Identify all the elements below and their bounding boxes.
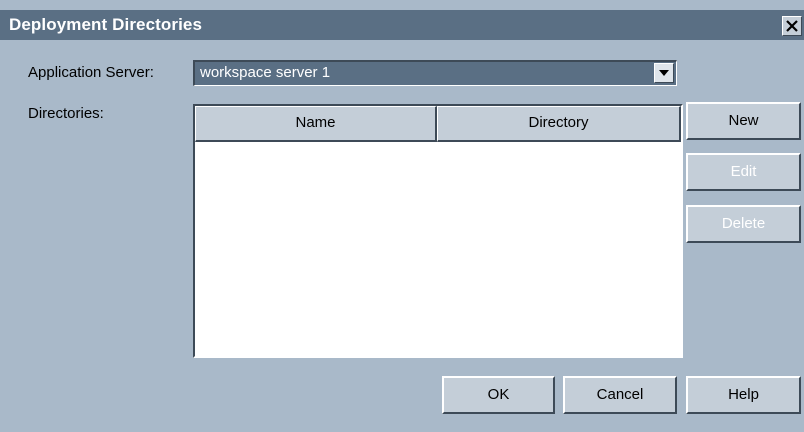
column-header-directory[interactable]: Directory <box>437 106 681 142</box>
close-icon <box>786 20 798 32</box>
title-bar: Deployment Directories <box>0 10 804 40</box>
cancel-button[interactable]: Cancel <box>563 376 677 414</box>
table-header: Name Directory <box>195 106 681 142</box>
combo-dropdown-button[interactable] <box>654 63 674 83</box>
application-server-label: Application Server: <box>28 64 154 81</box>
help-button[interactable]: Help <box>686 376 801 414</box>
window-title: Deployment Directories <box>9 15 203 34</box>
delete-button[interactable]: Delete <box>686 205 801 243</box>
column-header-name[interactable]: Name <box>195 106 437 142</box>
edit-button[interactable]: Edit <box>686 153 801 191</box>
close-button[interactable] <box>782 16 802 36</box>
application-server-select[interactable]: workspace server 1 <box>193 60 677 86</box>
chevron-down-icon <box>659 70 669 76</box>
application-server-value: workspace server 1 <box>200 64 331 81</box>
new-button[interactable]: New <box>686 102 801 140</box>
directories-label: Directories: <box>28 105 104 122</box>
deployment-directories-dialog: Deployment Directories Application Serve… <box>0 0 804 432</box>
ok-button[interactable]: OK <box>442 376 555 414</box>
directories-table[interactable]: Name Directory <box>193 104 683 358</box>
